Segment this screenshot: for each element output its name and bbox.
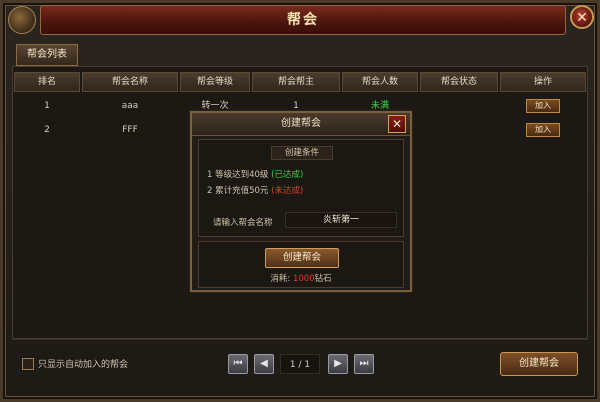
window-title: 帮会 — [40, 5, 566, 35]
prev-page-button[interactable]: ◀ — [254, 354, 274, 374]
column-guild-members[interactable]: 帮会人数 — [342, 72, 418, 92]
cost-unit: 钻石 — [314, 274, 332, 284]
condition-text: 1 等级达到40级 — [207, 170, 269, 180]
row-guild-status — [420, 95, 498, 117]
conditions-panel: 创建条件 1 等级达到40级 (已达成) 2 累计充值50元 (未达成) 请输入… — [198, 139, 404, 237]
guild-name-label: 请输入帮会名称 — [213, 218, 273, 228]
column-rank[interactable]: 排名 — [14, 72, 80, 92]
confirm-create-button[interactable]: 创建帮会 — [265, 248, 339, 268]
join-button[interactable]: 加入 — [526, 123, 560, 137]
cost-label: 消耗: — [270, 274, 291, 284]
create-guild-dialog: 创建帮会 ✕ 创建条件 1 等级达到40级 (已达成) 2 累计充值50元 (未… — [190, 111, 412, 292]
corner-ornament-left — [8, 6, 36, 34]
row-guild-name: aaa — [121, 101, 139, 111]
dialog-footer: 创建帮会 消耗: 1000钻石 — [198, 241, 404, 288]
tab-guild-list[interactable]: 帮会列表 — [16, 44, 78, 66]
row-guild-name: FFF — [122, 125, 138, 135]
next-page-button[interactable]: ▶ — [328, 354, 348, 374]
condition-text: 2 累计充值50元 — [207, 186, 269, 196]
column-guild-status[interactable]: 帮会状态 — [420, 72, 498, 92]
dialog-title: 创建帮会 — [192, 113, 410, 136]
guild-name-input[interactable]: 炎斩第一 — [285, 212, 397, 228]
first-page-button[interactable]: ⏮ — [228, 354, 248, 374]
close-dialog-button[interactable]: ✕ — [388, 115, 406, 133]
cost-text: 消耗: 1000钻石 — [199, 272, 403, 284]
join-button[interactable]: 加入 — [526, 99, 560, 113]
column-guild-level[interactable]: 帮会等级 — [180, 72, 250, 92]
condition-item: 2 累计充值50元 (未达成) — [207, 184, 303, 196]
condition-item: 1 等级达到40级 (已达成) — [207, 168, 303, 180]
condition-status-done: (已达成) — [271, 170, 304, 180]
row-rank: 2 — [44, 125, 50, 135]
footer-divider — [12, 339, 588, 340]
column-guild-leader[interactable]: 帮会帮主 — [252, 72, 340, 92]
cost-amount: 1000 — [292, 274, 315, 284]
close-window-button[interactable]: ✕ — [570, 5, 594, 29]
column-guild-name[interactable]: 帮会名称 — [82, 72, 178, 92]
row-rank: 1 — [44, 101, 50, 111]
condition-status-not-done: (未达成) — [271, 186, 304, 196]
conditions-title: 创建条件 — [271, 146, 333, 160]
auto-join-label: 只显示自动加入的帮会 — [38, 360, 129, 370]
last-page-button[interactable]: ⏭ — [354, 354, 374, 374]
auto-join-checkbox[interactable] — [22, 358, 34, 370]
column-action: 操作 — [500, 72, 586, 92]
page-indicator: 1 / 1 — [280, 354, 320, 374]
create-guild-button[interactable]: 创建帮会 — [500, 352, 578, 376]
